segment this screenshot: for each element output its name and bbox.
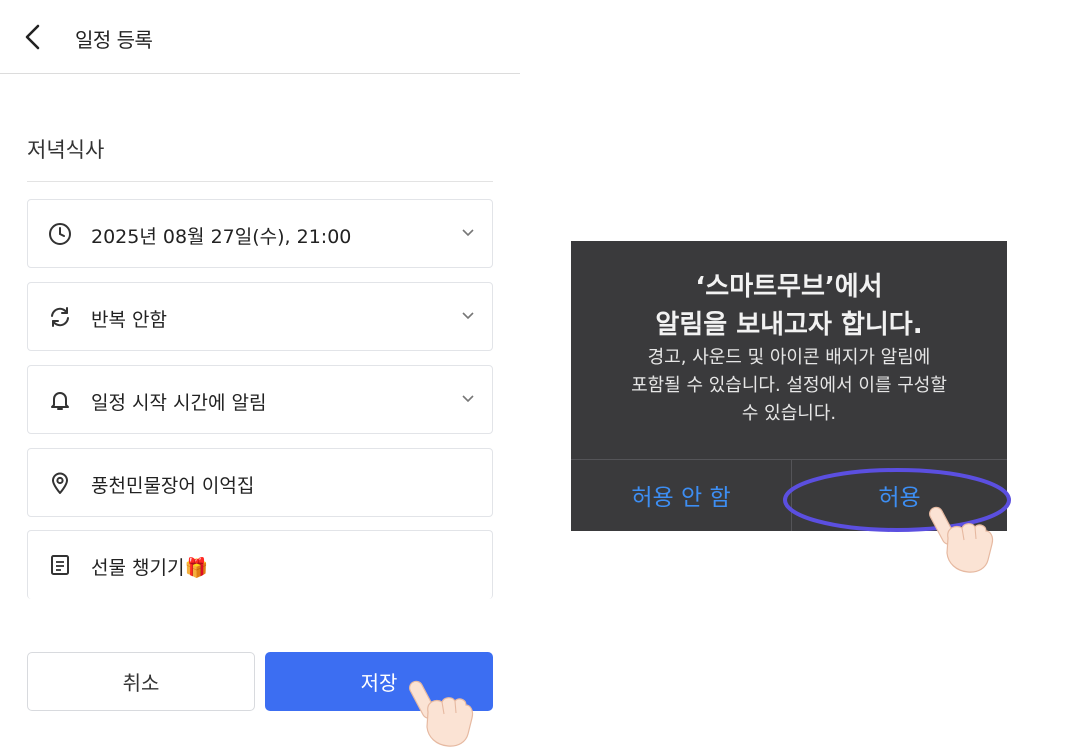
chevron-left-icon — [25, 24, 40, 50]
event-title-value: 저녁식사 — [27, 138, 105, 162]
alert-title: ‘스마트무브’에서 알림을 보내고자 합니다. — [655, 272, 923, 340]
pointing-hand-icon — [929, 506, 994, 573]
chevron-down-icon — [462, 312, 474, 320]
location-value: 풍천민물장어 이억집 — [91, 475, 255, 497]
bell-icon — [51, 392, 69, 410]
reminder-field[interactable]: 일정 시작 시간에 알림 — [27, 365, 493, 434]
chevron-down-icon — [462, 395, 474, 403]
memo-value: 선물 챙기기🎁 — [91, 557, 209, 579]
schedule-screen: 일정 등록 저녁식사 2025년 08월 27일(수), 21:00 반복 안함 — [0, 0, 520, 755]
memo-field[interactable]: 선물 챙기기🎁 — [27, 530, 493, 599]
location-pin-icon — [52, 472, 68, 494]
chevron-down-icon — [462, 229, 474, 237]
alert-message: 경고, 사운드 및 아이콘 배지가 알림에 포함될 수 있습니다. 설정에서 이… — [631, 347, 947, 424]
repeat-value: 반복 안함 — [91, 309, 167, 331]
back-button[interactable] — [18, 22, 48, 52]
event-title-input[interactable]: 저녁식사 — [27, 122, 493, 182]
repeat-field[interactable]: 반복 안함 — [27, 282, 493, 351]
page-title: 일정 등록 — [75, 28, 153, 52]
datetime-field[interactable]: 2025년 08월 27일(수), 21:00 — [27, 199, 493, 268]
pointing-hand-icon — [409, 680, 474, 747]
memo-icon — [51, 555, 69, 575]
clock-icon — [49, 223, 71, 245]
header: 일정 등록 — [0, 0, 520, 74]
repeat-icon — [51, 307, 69, 327]
deny-button[interactable]: 허용 안 함 — [571, 459, 791, 531]
notification-permission-alert: ‘스마트무브’에서 알림을 보내고자 합니다. 경고, 사운드 및 아이콘 배지… — [571, 241, 1007, 531]
reminder-value: 일정 시작 시간에 알림 — [91, 392, 267, 414]
location-field[interactable]: 풍천민물장어 이억집 — [27, 448, 493, 517]
datetime-value: 2025년 08월 27일(수), 21:00 — [91, 226, 352, 248]
cancel-button[interactable]: 취소 — [27, 652, 255, 711]
